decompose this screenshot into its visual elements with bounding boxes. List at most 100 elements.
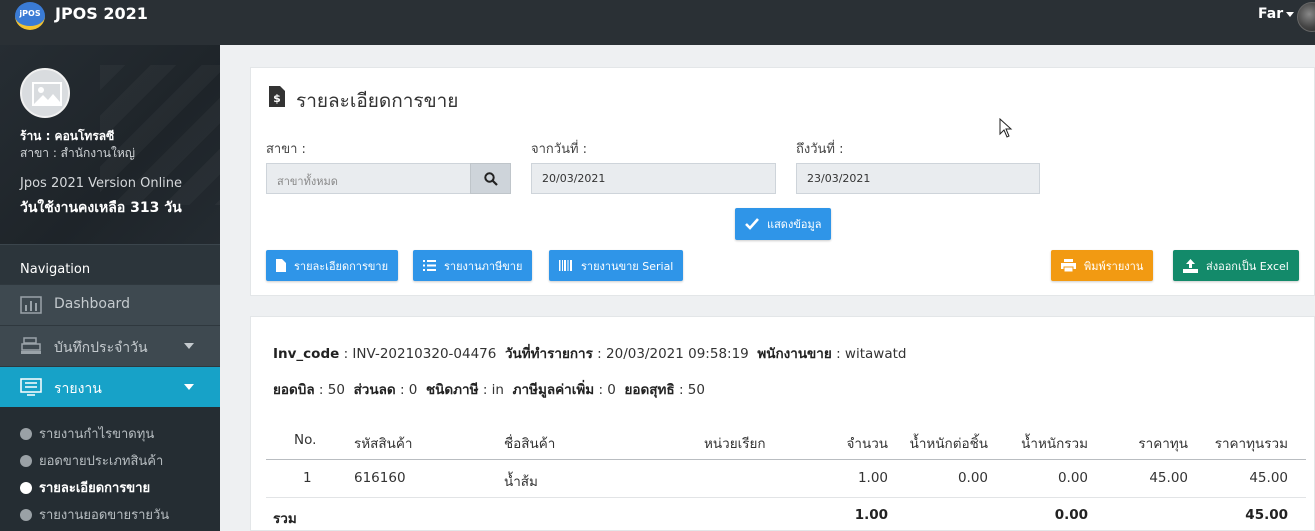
sale-detail-button[interactable]: รายละเอียดการขาย bbox=[266, 250, 399, 281]
date-label: วันที่ทำรายการ bbox=[504, 346, 593, 362]
col-header-unit: หน่วยเรียก bbox=[704, 436, 766, 452]
print-report-button[interactable]: พิมพ์รายงาน bbox=[1051, 250, 1154, 281]
footer-qty: 1.00 bbox=[854, 507, 888, 523]
chart-icon bbox=[20, 296, 42, 314]
submenu-item-label: รายงานยอดขายรายวัน bbox=[39, 508, 170, 523]
branch-search-button[interactable] bbox=[470, 163, 511, 194]
tax-report-label: รายงานภาษีขาย bbox=[444, 259, 523, 273]
filter-card: $ รายละเอียดการขาย สาขา : สาขาทั้งหมด จา… bbox=[250, 67, 1315, 296]
col-header-name: ชื่อสินค้า bbox=[504, 436, 556, 452]
monitor-icon bbox=[20, 378, 42, 396]
user-menu[interactable]: Far bbox=[1258, 6, 1295, 22]
net-value: 50 bbox=[687, 382, 705, 398]
cash-register-icon bbox=[21, 337, 41, 354]
inv-code-value: INV-20210320-04476 bbox=[352, 346, 497, 362]
branch-select[interactable]: สาขาทั้งหมด bbox=[266, 163, 471, 194]
from-date-label: จากวันที่ : bbox=[531, 142, 588, 157]
submenu-item-daily-sales[interactable]: รายงานยอดขายรายวัน bbox=[20, 504, 169, 525]
submenu-item-profit-loss[interactable]: รายงานกำไรขาดทุน bbox=[20, 423, 154, 444]
app-name[interactable]: JPOS 2021 bbox=[55, 4, 148, 23]
serial-report-button[interactable]: รายงานขาย Serial bbox=[549, 250, 684, 281]
vat-label: ภาษีมูลค่าเพิ่ม bbox=[512, 382, 595, 398]
staff-value: witawatd bbox=[844, 346, 907, 362]
net-label: ยอดสุทธิ bbox=[624, 382, 675, 398]
check-icon bbox=[745, 218, 759, 230]
search-icon bbox=[484, 172, 498, 186]
col-header-code: รหัสสินค้า bbox=[354, 436, 413, 452]
date-value: 20/03/2021 09:58:19 bbox=[606, 346, 749, 362]
staff-label: พนักงานขาย bbox=[757, 346, 832, 362]
discount-label: ส่วนลด bbox=[353, 382, 396, 398]
chevron-down-icon bbox=[184, 384, 194, 390]
submenu-item-sales-by-category[interactable]: ยอดขายประเภทสินค้า bbox=[20, 450, 163, 471]
bullet-icon bbox=[20, 508, 32, 521]
show-data-button[interactable]: แสดงข้อมูล bbox=[735, 208, 832, 240]
to-date-input[interactable]: 23/03/2021 bbox=[796, 163, 1040, 194]
cell-cost: 45.00 bbox=[1149, 470, 1188, 486]
branch-label: สาขา : bbox=[266, 142, 306, 157]
submenu-item-label: รายละเอียดการขาย bbox=[39, 481, 151, 496]
days-remaining: วันใช้งานคงเหลือ 313 วัน bbox=[20, 200, 182, 216]
sidebar-item-reports[interactable]: รายงาน bbox=[0, 366, 220, 407]
invoice-detail-card: Inv_code : INV-20210320-04476 วันที่ทำรา… bbox=[250, 316, 1315, 531]
nav-header: Navigation bbox=[0, 244, 220, 284]
bullet-icon bbox=[20, 427, 32, 440]
export-excel-button[interactable]: ส่งออกเป็น Excel bbox=[1173, 250, 1299, 281]
user-avatar[interactable] bbox=[1297, 2, 1315, 32]
cell-qty: 1.00 bbox=[857, 470, 888, 486]
invoice-icon: $ bbox=[269, 86, 285, 107]
barcode-icon bbox=[559, 260, 572, 271]
print-icon bbox=[1061, 259, 1076, 272]
serial-report-label: รายงานขาย Serial bbox=[581, 259, 674, 273]
image-placeholder-icon bbox=[32, 82, 62, 106]
to-date-label: ถึงวันที่ : bbox=[796, 142, 844, 157]
version-text: Jpos 2021 Version Online bbox=[20, 176, 183, 191]
col-header-no: No. bbox=[294, 432, 317, 448]
footer-weight-total: 0.00 bbox=[1054, 507, 1088, 523]
sidebar-item-dashboard[interactable]: Dashboard bbox=[0, 284, 220, 325]
col-header-weight-each: น้ำหนักต่อชิ้น bbox=[909, 436, 988, 452]
print-report-label: พิมพ์รายงาน bbox=[1084, 259, 1144, 273]
vat-value: 0 bbox=[607, 382, 616, 398]
submenu-item-label: รายงานกำไรขาดทุน bbox=[39, 427, 155, 442]
reports-submenu: รายงานกำไรขาดทุน ยอดขายประเภทสินค้า รายล… bbox=[0, 407, 220, 531]
top-bar: jPOS JPOS 2021 Far bbox=[0, 0, 1315, 45]
svg-text:$: $ bbox=[273, 92, 281, 105]
invoice-header-line: Inv_code : INV-20210320-04476 วันที่ทำรา… bbox=[273, 346, 907, 362]
submenu-item-label: ยอดขายประเภทสินค้า bbox=[39, 454, 164, 469]
show-data-label: แสดงข้อมูล bbox=[767, 218, 822, 231]
bill-total-label: ยอดบิล bbox=[273, 382, 315, 398]
sidebar-item-label: รายงาน bbox=[54, 381, 102, 397]
cell-name: น้ำส้ม bbox=[504, 474, 538, 490]
cell-cost-total: 45.00 bbox=[1249, 470, 1288, 486]
user-name: Far bbox=[1258, 6, 1284, 22]
chevron-down-icon bbox=[184, 343, 194, 349]
cell-weight-total: 0.00 bbox=[1057, 470, 1088, 486]
file-icon bbox=[276, 259, 286, 272]
app-logo[interactable]: jPOS bbox=[15, 2, 45, 30]
upload-icon bbox=[1183, 258, 1198, 273]
shop-avatar bbox=[20, 68, 70, 118]
discount-value: 0 bbox=[408, 382, 418, 398]
tax-report-button[interactable]: รายงานภาษีขาย bbox=[413, 250, 533, 281]
submenu-item-sale-detail[interactable]: รายละเอียดการขาย bbox=[20, 477, 150, 498]
cell-code: 616160 bbox=[354, 470, 406, 486]
mouse-cursor-icon bbox=[999, 118, 1013, 138]
cell-weight-each: 0.00 bbox=[957, 470, 988, 486]
col-header-cost: ราคาทุน bbox=[1138, 436, 1188, 452]
table-row-divider bbox=[266, 497, 1306, 498]
page-title: รายละเอียดการขาย bbox=[296, 90, 459, 112]
from-date-input[interactable]: 20/03/2021 bbox=[531, 163, 776, 194]
col-header-cost-total: ราคาทุนรวม bbox=[1214, 436, 1288, 452]
chevron-down-icon bbox=[1286, 11, 1295, 17]
tax-type-label: ชนิดภาษี bbox=[425, 382, 479, 398]
sidebar-item-daily-record[interactable]: บันทึกประจำวัน bbox=[0, 325, 220, 366]
sidebar-item-label: บันทึกประจำวัน bbox=[54, 340, 148, 356]
footer-cost-total: 45.00 bbox=[1245, 507, 1288, 523]
sidebar-item-label: Dashboard bbox=[54, 296, 130, 312]
col-header-weight-total: น้ำหนักรวม bbox=[1021, 436, 1088, 452]
bullet-icon bbox=[20, 481, 32, 494]
invoice-totals-line: ยอดบิล : 50 ส่วนลด : 0 ชนิดภาษี : in ภาษ… bbox=[273, 382, 705, 398]
footer-label: รวม bbox=[273, 511, 297, 527]
cell-no: 1 bbox=[303, 470, 312, 486]
